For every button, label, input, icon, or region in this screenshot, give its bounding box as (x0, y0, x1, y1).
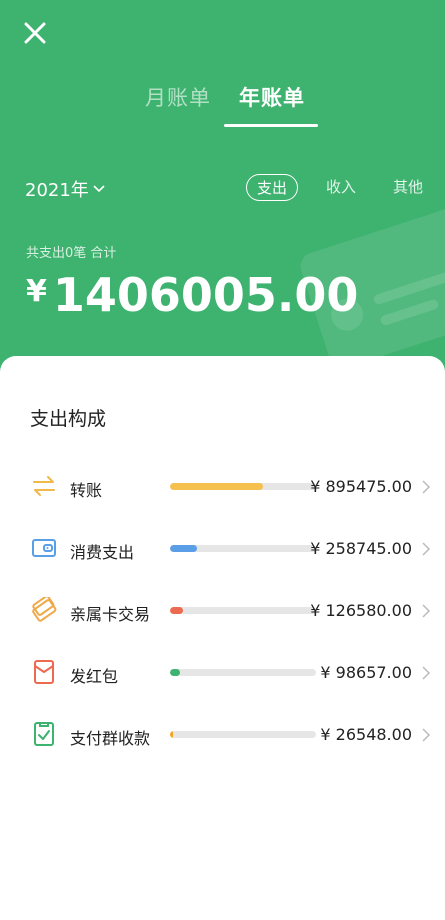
chevron-right-icon (422, 666, 431, 680)
filter-other[interactable]: 其他 (393, 176, 423, 197)
progress-fill (170, 483, 263, 490)
breakdown-row-group-payment[interactable]: 支付群收款 ¥ 26548.00 (0, 715, 445, 755)
progress-fill (170, 731, 173, 738)
tab-monthly-bill[interactable]: 月账单 (145, 82, 211, 112)
row-amount: ¥ 98657.00 (320, 663, 412, 682)
filter-income[interactable]: 收入 (326, 176, 356, 197)
bill-header: 月账单 年账单 2021年 支出 收入 其他 共支出0笔 合计 ¥1406005… (0, 0, 445, 380)
group-payment-icon (34, 722, 54, 746)
progress-track (170, 669, 316, 676)
row-amount: ¥ 895475.00 (310, 477, 412, 496)
chevron-right-icon (422, 728, 431, 742)
breakdown-row-transfer[interactable]: 转账 ¥ 895475.00 (0, 467, 445, 507)
breakdown-card: 支出构成 转账 ¥ 895475.00 消费支出 ¥ 258745.00 亲属卡… (0, 356, 445, 920)
breakdown-row-consumption[interactable]: 消费支出 ¥ 258745.00 (0, 529, 445, 569)
chevron-down-icon (93, 185, 105, 193)
total-value: 1406005.00 (52, 268, 359, 322)
tab-yearly-bill[interactable]: 年账单 (239, 82, 305, 112)
row-label: 亲属卡交易 (70, 605, 151, 624)
row-label: 支付群收款 (70, 729, 151, 748)
chevron-right-icon (422, 542, 431, 556)
row-amount: ¥ 258745.00 (310, 539, 412, 558)
progress-track (170, 731, 316, 738)
filter-expense[interactable]: 支出 (246, 174, 299, 201)
close-icon (24, 22, 46, 44)
row-label: 消费支出 (70, 543, 135, 562)
breakdown-row-family-card[interactable]: 亲属卡交易 ¥ 126580.00 (0, 591, 445, 631)
breakdown-row-red-packet[interactable]: 发红包 ¥ 98657.00 (0, 653, 445, 693)
chevron-right-icon (422, 480, 431, 494)
progress-track (170, 545, 316, 552)
currency-symbol: ¥ (26, 274, 47, 309)
summary-label: 共支出0笔 合计 (26, 246, 117, 261)
close-button[interactable] (18, 16, 52, 50)
progress-track (170, 483, 316, 490)
active-tab-indicator (224, 124, 318, 127)
total-amount: ¥1406005.00 (26, 268, 358, 322)
bill-tabs: 月账单 年账单 (0, 82, 445, 130)
progress-fill (170, 607, 184, 614)
progress-track (170, 607, 316, 614)
year-label: 2021年 (25, 180, 89, 201)
row-label: 转账 (70, 481, 103, 500)
transfer-icon (33, 476, 55, 496)
family-card-icon (32, 597, 57, 622)
row-amount: ¥ 26548.00 (320, 725, 412, 744)
progress-fill (170, 669, 181, 676)
chevron-right-icon (422, 604, 431, 618)
row-label: 发红包 (70, 667, 119, 686)
progress-fill (170, 545, 197, 552)
section-title: 支出构成 (30, 408, 107, 430)
wallet-icon (32, 539, 56, 557)
row-amount: ¥ 126580.00 (310, 601, 412, 620)
year-selector[interactable]: 2021年 (25, 176, 105, 202)
red-packet-icon (34, 660, 54, 684)
